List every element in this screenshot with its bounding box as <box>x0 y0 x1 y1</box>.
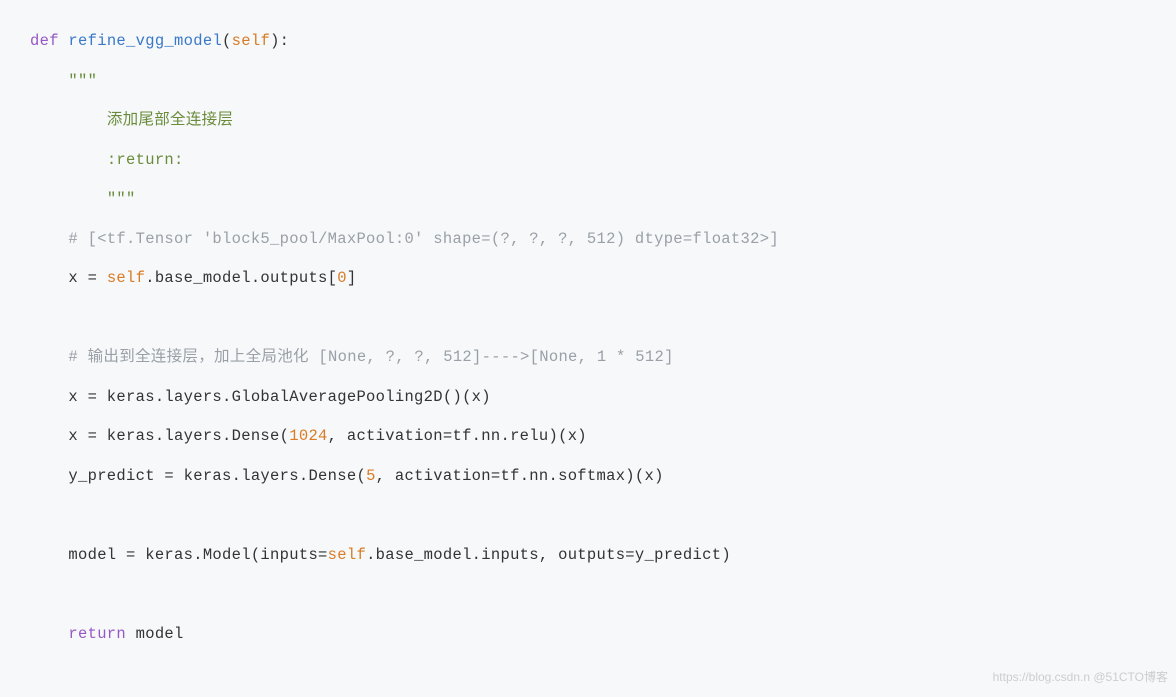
function-name: refine_vgg_model <box>68 32 222 50</box>
number-literal: 0 <box>337 269 347 287</box>
docstring-open: """ <box>68 72 97 90</box>
param-self: self <box>232 32 270 50</box>
comment-tensor: # [<tf.Tensor 'block5_pool/MaxPool:0' sh… <box>68 230 779 248</box>
number-literal: 1024 <box>289 427 327 445</box>
self-ref: self <box>107 269 145 287</box>
code-line: x = <box>68 269 106 287</box>
keyword-def: def <box>30 32 59 50</box>
docstring-line: 添加尾部全连接层 <box>107 111 233 129</box>
self-ref: self <box>328 546 366 564</box>
code-line: .base_model.outputs[ <box>145 269 337 287</box>
code-line: model = keras.Model(inputs= <box>68 546 327 564</box>
docstring-close: """ <box>107 190 136 208</box>
code-line: x = keras.layers.GlobalAveragePooling2D(… <box>68 388 490 406</box>
code-line: , activation=tf.nn.softmax)(x) <box>376 467 664 485</box>
number-literal: 5 <box>366 467 376 485</box>
docstring-return: :return: <box>107 151 184 169</box>
return-value: model <box>126 625 184 643</box>
code-line: x = keras.layers.Dense( <box>68 427 289 445</box>
comment-pooling: # 输出到全连接层，加上全局池化 [None, ?, ?, 512]---->[… <box>68 348 673 366</box>
code-line: y_predict = keras.layers.Dense( <box>68 467 366 485</box>
watermark-text: https://blog.csdn.n @51CTO博客 <box>993 662 1168 693</box>
keyword-return: return <box>68 625 126 643</box>
code-line: .base_model.inputs, outputs=y_predict) <box>366 546 731 564</box>
code-line: , activation=tf.nn.relu)(x) <box>328 427 587 445</box>
code-block: def refine_vgg_model(self): """ 添加尾部全连接层… <box>0 0 1176 664</box>
code-line: ] <box>347 269 357 287</box>
